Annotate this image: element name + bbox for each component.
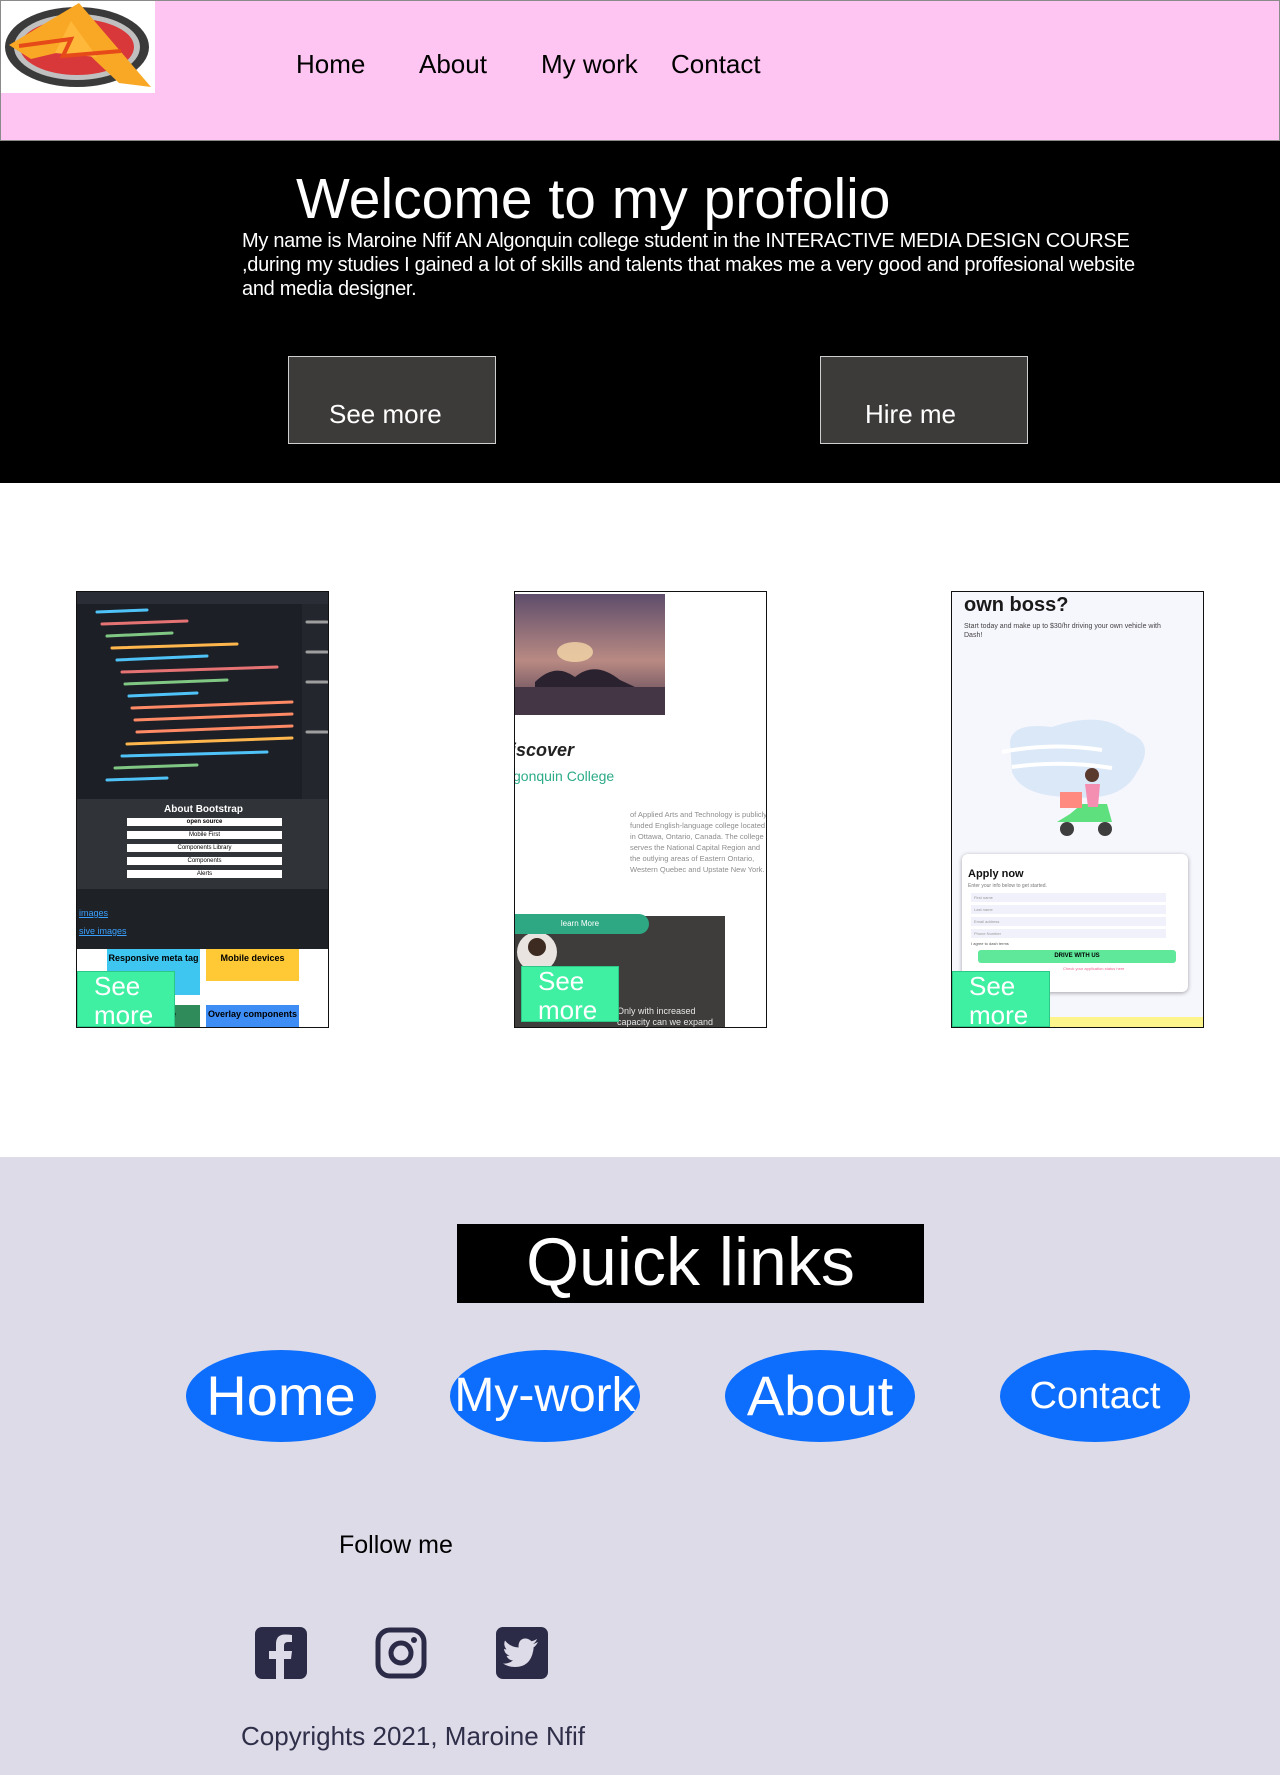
hire-me-button-label: Hire me <box>865 398 957 429</box>
algonquin-heading: iscover <box>514 740 575 760</box>
portfolio-card-bootstrap[interactable]: About Bootstrap open source Mobile First… <box>76 591 329 1028</box>
nav-my-work[interactable]: My work <box>541 49 638 80</box>
algonquin-body: of Applied Arts and Technology is public… <box>630 810 767 874</box>
card-see-more-button[interactable]: See more <box>521 966 619 1025</box>
quick-links-title: Quick links <box>457 1224 924 1303</box>
quick-link-contact-label: Contact <box>1029 1375 1161 1417</box>
learn-more-button: learn More <box>515 914 649 934</box>
bootstrap-feature-list: open source Mobile First Components Libr… <box>127 818 282 878</box>
quick-link-home-label: Home <box>206 1364 356 1427</box>
drive-with-us-button: DRIVE WITH US <box>978 950 1176 963</box>
algonquin-subheading: gonquin College <box>514 768 615 784</box>
apply-form-title: Apply now <box>968 868 1024 880</box>
logo-icon <box>5 3 151 87</box>
algonquin-footer-text: Only with increased capacity can we expa… <box>617 1006 714 1027</box>
application-status-link: Check your application status here <box>1063 966 1125 971</box>
form-checkbox-label: I agree to dash terms <box>971 941 1009 946</box>
list-item: open source <box>127 818 282 826</box>
copyright-text: Copyrights 2021, Maroine Nfif <box>241 1721 585 1751</box>
apply-form-hint: Enter your info below to get started. <box>968 883 1047 889</box>
card-see-more-button[interactable]: See more <box>77 971 175 1027</box>
hero-title: Welcome to my profolio <box>296 167 891 231</box>
follow-me-label: Follow me <box>339 1531 453 1559</box>
tile-mobile-devices: Mobile devices <box>206 949 299 981</box>
quick-link-my-work-label: My-work <box>454 1369 636 1422</box>
nav-home[interactable]: Home <box>296 49 365 80</box>
hero-section: Welcome to my profolio My name is Maroin… <box>0 141 1280 483</box>
list-item: Alerts <box>127 870 282 878</box>
bootstrap-banner: About Bootstrap <box>164 804 243 815</box>
hero-intro: My name is Maroine Nfif AN Algonquin col… <box>242 230 1135 300</box>
list-item: Components Library <box>127 844 282 852</box>
instagram-icon[interactable] <box>375 1627 427 1679</box>
quick-link-about[interactable]: About <box>725 1350 915 1442</box>
form-field: Phone Number <box>971 929 1166 938</box>
tile-overlay: Overlay components <box>206 1005 299 1027</box>
portfolio-card-algonquin[interactable]: iscover gonquin College of Applied Arts … <box>514 591 767 1028</box>
see-more-button-label: See more <box>329 398 442 429</box>
form-field: Last name <box>971 905 1166 914</box>
bootstrap-link-responsive: sive images <box>79 926 127 936</box>
card-see-more-button[interactable]: See more <box>952 971 1050 1027</box>
nav-about[interactable]: About <box>419 49 487 80</box>
dash-heading: own boss? <box>964 594 1069 616</box>
twitter-icon[interactable] <box>496 1627 548 1679</box>
quick-link-about-label: About <box>746 1364 894 1427</box>
list-item: Components <box>127 857 282 865</box>
list-item: Mobile First <box>127 831 282 839</box>
see-more-button[interactable]: See more <box>288 356 496 444</box>
dash-subheading: Start today and make up to $30/hr drivin… <box>964 623 1161 639</box>
form-field: First name <box>971 893 1166 902</box>
quick-link-contact[interactable]: Contact <box>1000 1350 1190 1442</box>
site-logo[interactable] <box>1 1 155 93</box>
facebook-icon[interactable] <box>255 1627 307 1679</box>
portfolio-card-dash[interactable]: own boss? Start today and make up to $30… <box>951 591 1204 1028</box>
form-field: Email address <box>971 917 1166 926</box>
site-footer: Quick links Home My-work About Contact F… <box>0 1157 1280 1775</box>
hire-me-button[interactable]: Hire me <box>820 356 1028 444</box>
quick-link-my-work[interactable]: My-work <box>450 1350 640 1442</box>
quick-link-home[interactable]: Home <box>186 1350 376 1442</box>
bootstrap-link-images: images <box>79 908 109 918</box>
site-header: Home About My work Contact <box>0 0 1280 141</box>
nav-contact[interactable]: Contact <box>671 49 761 80</box>
